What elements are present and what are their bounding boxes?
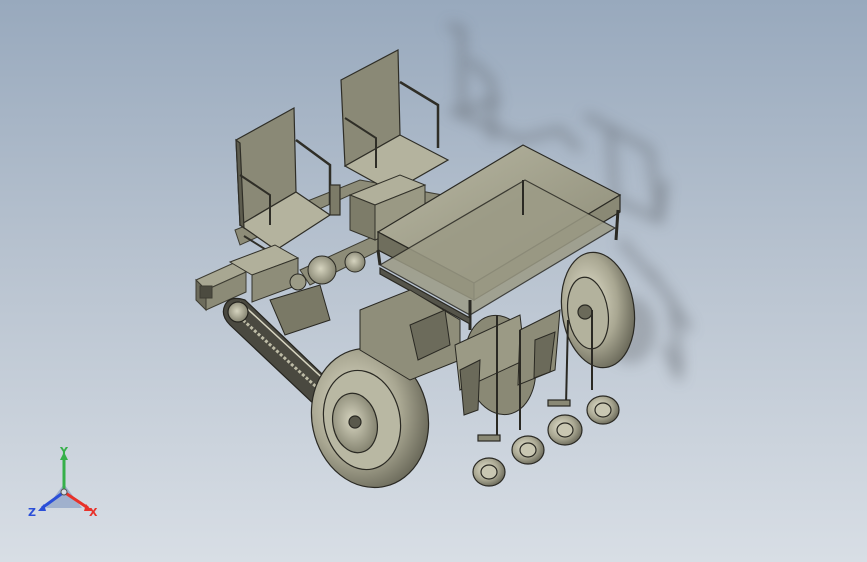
- triad-x-label: X: [89, 506, 98, 519]
- orientation-triad[interactable]: Y X Z: [26, 446, 102, 522]
- cad-graphics-viewport[interactable]: Y X Z: [0, 0, 867, 562]
- right-seat[interactable]: [340, 49, 450, 193]
- triad-z-label: Z: [28, 506, 36, 519]
- planter-machine-model[interactable]: [0, 0, 867, 562]
- triad-origin: [60, 488, 68, 496]
- left-seat[interactable]: [235, 106, 341, 272]
- triad-y-label: Y: [59, 446, 69, 458]
